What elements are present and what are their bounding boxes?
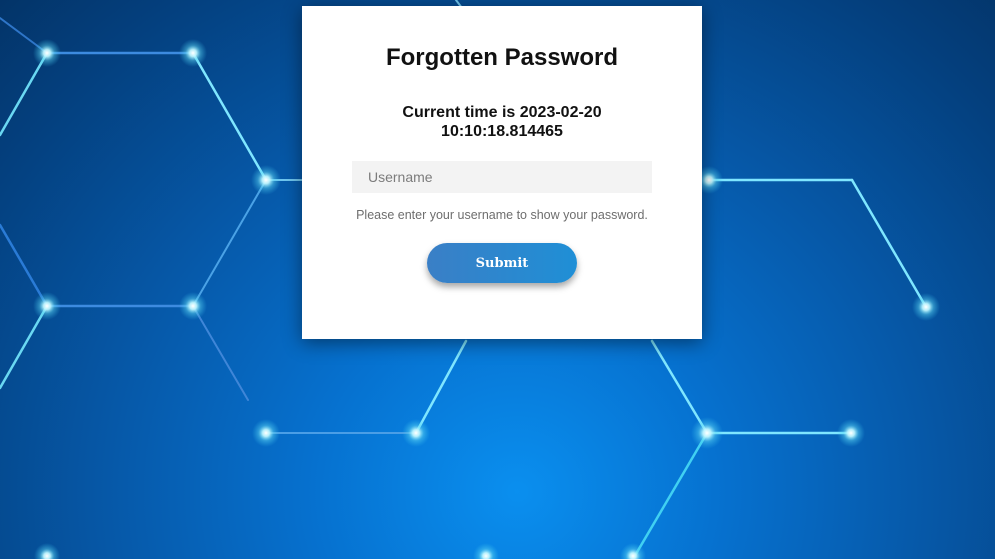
username-hint: Please enter your username to show your … bbox=[356, 208, 648, 222]
submit-button[interactable]: Submit bbox=[427, 243, 577, 283]
username-input[interactable] bbox=[352, 161, 652, 193]
page-title: Forgotten Password bbox=[385, 44, 619, 71]
forgotten-password-card: Forgotten Password Current time is 2023-… bbox=[302, 6, 702, 339]
current-time-text: Current time is 2023-02-20 10:10:18.8144… bbox=[402, 104, 602, 140]
